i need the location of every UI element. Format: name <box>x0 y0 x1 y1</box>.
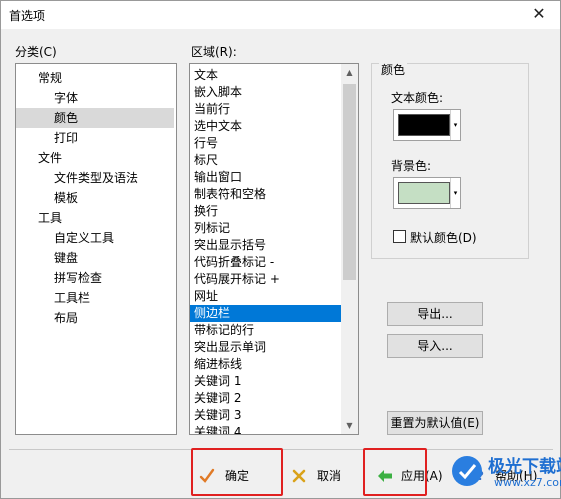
tree-item[interactable]: 常规 <box>16 68 174 88</box>
region-list-item[interactable]: 文本 <box>190 67 342 84</box>
export-button[interactable]: 导出... <box>387 302 483 326</box>
tree-item[interactable]: 工具栏 <box>16 288 174 308</box>
tree-item[interactable]: 自定义工具 <box>16 228 174 248</box>
watermark-url: www.xz7.com <box>494 476 561 489</box>
ok-highlight-box <box>191 448 283 496</box>
text-color-label: 文本颜色: <box>391 91 444 105</box>
scroll-down-icon[interactable]: ▼ <box>341 417 358 434</box>
region-list-item[interactable]: 代码折叠标记 - <box>190 254 342 271</box>
window-title: 首选项 <box>9 9 46 23</box>
region-list-item[interactable]: 突出显示单词 <box>190 339 342 356</box>
dropdown-arrow-icon: ▾ <box>450 178 460 208</box>
region-list-item[interactable]: 行号 <box>190 135 342 152</box>
apply-highlight-box <box>363 448 427 496</box>
reset-default-button[interactable]: 重置为默认值(E) <box>387 411 483 435</box>
tree-item[interactable]: 布局 <box>16 308 174 328</box>
tree-item[interactable]: 字体 <box>16 88 174 108</box>
tree-item[interactable]: 工具 <box>16 208 174 228</box>
tree-item[interactable]: 文件类型及语法 <box>16 168 174 188</box>
region-list-item[interactable]: 制表符和空格 <box>190 186 342 203</box>
region-list-item[interactable]: 侧边栏 <box>190 305 342 322</box>
preferences-dialog: 首选项 ✕ 分类(C) 常规 字体 颜色 打印 文件 文件类型及语法 模板 工具 自定义工具 键盘… <box>0 0 561 499</box>
region-list-item[interactable]: 列标记 <box>190 220 342 237</box>
text-color-picker[interactable]: ▾ <box>393 109 461 141</box>
region-list-item[interactable]: 代码展开标记 + <box>190 271 342 288</box>
region-list-item[interactable]: 输出窗口 <box>190 169 342 186</box>
watermark-brand: 极光下载站 <box>488 457 561 477</box>
region-list-item[interactable]: 带标记的行 <box>190 322 342 339</box>
text-color-swatch <box>398 114 450 136</box>
region-list-item[interactable]: 突出显示括号 <box>190 237 342 254</box>
region-list-item[interactable]: 网址 <box>190 288 342 305</box>
region-label: 区域(R): <box>191 45 237 59</box>
tree-item[interactable]: 键盘 <box>16 248 174 268</box>
category-tree[interactable]: 常规 字体 颜色 打印 文件 文件类型及语法 模板 工具 自定义工具 键盘 拼写检查 工具栏 布局 <box>15 63 177 435</box>
tree-item[interactable]: 颜色 <box>16 108 174 128</box>
region-list-item[interactable]: 当前行 <box>190 101 342 118</box>
tree-item[interactable]: 拼写检查 <box>16 268 174 288</box>
category-label: 分类(C) <box>15 45 57 59</box>
bg-color-swatch <box>398 182 450 204</box>
cancel-button[interactable]: 取消 <box>287 461 357 491</box>
region-list-item[interactable]: 关键词 3 <box>190 407 342 424</box>
x-icon <box>292 469 306 483</box>
tree-item[interactable]: 文件 <box>16 148 174 168</box>
region-scrollbar[interactable]: ▲ ▼ <box>341 64 358 434</box>
region-list-item[interactable]: 缩进标线 <box>190 356 342 373</box>
cancel-label: 取消 <box>317 469 342 483</box>
import-button[interactable]: 导入... <box>387 334 483 358</box>
region-list[interactable]: 文本 嵌入脚本 当前行 选中文本 行号 标尺 输出窗口 制表符和空格 换行 列标记 突出显示括号 代码… <box>189 63 359 435</box>
region-list-item[interactable]: 嵌入脚本 <box>190 84 342 101</box>
bg-color-label: 背景色: <box>391 159 432 173</box>
scroll-up-icon[interactable]: ▲ <box>341 64 358 81</box>
region-list-item[interactable]: 选中文本 <box>190 118 342 135</box>
color-group-title: 颜色 <box>379 61 408 78</box>
region-list-item[interactable]: 关键词 4 <box>190 424 342 434</box>
title-bar: 首选项 ✕ <box>1 1 560 29</box>
region-list-item[interactable]: 换行 <box>190 203 342 220</box>
close-icon[interactable]: ✕ <box>528 3 550 25</box>
default-color-label[interactable]: 默认颜色(D) <box>410 229 477 246</box>
default-color-checkbox[interactable] <box>393 230 406 243</box>
bg-color-picker[interactable]: ▾ <box>393 177 461 209</box>
region-list-item[interactable]: 关键词 1 <box>190 373 342 390</box>
tree-item[interactable]: 模板 <box>16 188 174 208</box>
region-list-item[interactable]: 标尺 <box>190 152 342 169</box>
tree-item[interactable]: 打印 <box>16 128 174 148</box>
region-list-item[interactable]: 关键词 2 <box>190 390 342 407</box>
watermark-logo-icon <box>452 456 482 486</box>
dropdown-arrow-icon: ▾ <box>450 110 460 140</box>
scroll-thumb[interactable] <box>343 84 356 280</box>
site-watermark: 极光下载站 www.xz7.com <box>444 450 561 496</box>
